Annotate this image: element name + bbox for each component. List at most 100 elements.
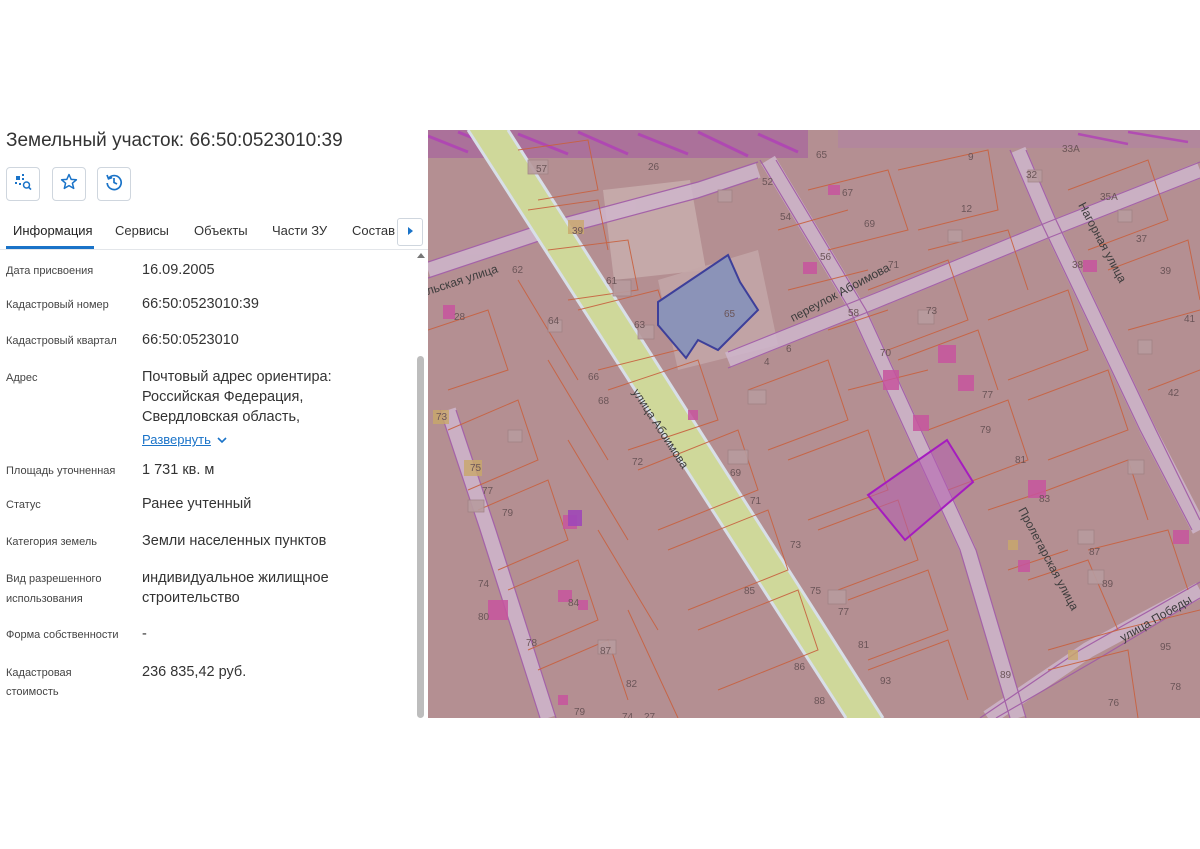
use-label-line-2: использования bbox=[6, 593, 83, 605]
house-number: 58 bbox=[848, 308, 860, 319]
history-button[interactable] bbox=[97, 167, 131, 201]
house-number: 37 bbox=[1136, 234, 1148, 245]
house-number: 76 bbox=[1108, 698, 1120, 709]
cadastral-map[interactable]: улица Абоимова переулок Абоимова Нагорна… bbox=[428, 130, 1200, 718]
house-number: 79 bbox=[574, 707, 586, 718]
house-number: 66 bbox=[588, 372, 600, 383]
expand-address-link[interactable]: Развернуть bbox=[142, 432, 211, 447]
house-number: 57 bbox=[536, 164, 548, 175]
house-number: 63 bbox=[634, 320, 646, 331]
favorite-button[interactable] bbox=[52, 167, 86, 201]
house-number: 26 bbox=[648, 162, 660, 173]
house-number: 42 bbox=[1168, 388, 1180, 399]
house-number: 81 bbox=[1015, 455, 1027, 466]
use-value-line-2: строительство bbox=[142, 590, 240, 606]
house-number: 87 bbox=[1089, 547, 1101, 558]
house-number: 68 bbox=[598, 396, 610, 407]
house-number: 56 bbox=[820, 252, 832, 263]
area-value: 1 731 кв. м bbox=[142, 462, 215, 478]
house-number: 77 bbox=[482, 486, 494, 497]
address-label: Адрес bbox=[6, 372, 38, 384]
house-number: 39 bbox=[1160, 266, 1172, 277]
house-number: 4 bbox=[764, 357, 770, 368]
house-number: 74 bbox=[622, 712, 634, 718]
address-line-1: Почтовый адрес ориентира: bbox=[142, 369, 332, 385]
house-number: 86 bbox=[794, 662, 806, 673]
house-number: 72 bbox=[632, 457, 644, 468]
house-number: 62 bbox=[512, 265, 524, 276]
area-label: Площадь уточненная bbox=[6, 465, 116, 477]
parcel-search-icon bbox=[13, 172, 33, 197]
house-number: 75 bbox=[470, 463, 482, 474]
house-number: 69 bbox=[864, 219, 876, 230]
tab-objects[interactable]: Объекты bbox=[194, 223, 248, 238]
cost-label-line-1: Кадастровая bbox=[6, 667, 72, 679]
house-number: 39 bbox=[572, 226, 584, 237]
house-number: 69 bbox=[730, 468, 742, 479]
house-number: 61 bbox=[606, 276, 618, 287]
house-number: 73 bbox=[790, 540, 802, 551]
category-value: Земли населенных пунктов bbox=[142, 533, 327, 549]
star-icon bbox=[59, 172, 79, 197]
tab-information[interactable]: Информация bbox=[13, 223, 93, 238]
house-number: 12 bbox=[961, 204, 973, 215]
category-label: Категория земель bbox=[6, 536, 97, 548]
tabs-scroll-right-button[interactable] bbox=[397, 218, 423, 246]
tab-composition[interactable]: Состав bbox=[352, 223, 395, 238]
quarter-value: 66:50:0523010 bbox=[142, 332, 239, 348]
parcel-search-button[interactable] bbox=[6, 167, 40, 201]
house-number: 6 bbox=[786, 344, 792, 355]
quarter-label: Кадастровый квартал bbox=[6, 335, 117, 347]
use-value-line-1: индивидуальное жилищное bbox=[142, 570, 329, 586]
use-label-line-1: Вид разрешенного bbox=[6, 573, 102, 585]
cost-value: 236 835,42 руб. bbox=[142, 664, 247, 680]
date-value: 16.09.2005 bbox=[142, 262, 215, 278]
house-number: 95 bbox=[1160, 642, 1172, 653]
house-number: 84 bbox=[568, 598, 580, 609]
house-number: 73 bbox=[926, 306, 938, 317]
house-number: 78 bbox=[526, 638, 538, 649]
house-number: 64 bbox=[548, 316, 560, 327]
house-number: 89 bbox=[1102, 579, 1114, 590]
info-panel: Земельный участок: 66:50:0523010:39 Инфо… bbox=[0, 130, 428, 718]
house-number: 77 bbox=[838, 607, 850, 618]
caret-right-icon bbox=[406, 223, 414, 241]
house-number: 67 bbox=[842, 188, 854, 199]
cadnum-label: Кадастровый номер bbox=[6, 299, 109, 311]
house-number: 65 bbox=[724, 309, 736, 320]
map-canvas[interactable]: улица Абоимова переулок Абоимова Нагорна… bbox=[428, 130, 1200, 718]
ownership-value: - bbox=[142, 626, 147, 642]
house-number: 77 bbox=[982, 390, 994, 401]
house-number: 85 bbox=[744, 586, 756, 597]
house-number: 87 bbox=[600, 646, 612, 657]
date-label: Дата присвоения bbox=[6, 265, 94, 277]
chevron-down-icon[interactable] bbox=[216, 433, 228, 451]
house-number: 88 bbox=[814, 696, 826, 707]
house-number: 27 bbox=[644, 712, 656, 718]
house-number: 75 bbox=[810, 586, 822, 597]
house-number: 79 bbox=[502, 508, 514, 519]
house-number: 81 bbox=[858, 640, 870, 651]
cost-label-line-2: стоимость bbox=[6, 686, 59, 698]
expand-link-label: Развернуть bbox=[142, 432, 211, 447]
house-number: 54 bbox=[780, 212, 792, 223]
house-number: 82 bbox=[626, 679, 638, 690]
page-title: Земельный участок: 66:50:0523010:39 bbox=[6, 130, 343, 151]
house-number: 73 bbox=[436, 412, 448, 423]
house-number: 71 bbox=[888, 260, 900, 271]
scroll-up-arrow-icon[interactable] bbox=[417, 253, 425, 258]
house-number: 52 bbox=[762, 177, 774, 188]
cadnum-value: 66:50:0523010:39 bbox=[142, 296, 259, 312]
active-tab-indicator bbox=[6, 246, 94, 249]
house-number: 71 bbox=[750, 496, 762, 507]
tab-parts[interactable]: Части ЗУ bbox=[272, 223, 327, 238]
scrollbar-thumb[interactable] bbox=[417, 356, 424, 718]
tab-services[interactable]: Сервисы bbox=[115, 223, 169, 238]
house-number: 89 bbox=[1000, 670, 1012, 681]
house-number: 83 bbox=[1039, 494, 1051, 505]
house-number: 79 bbox=[980, 425, 992, 436]
house-number: 65 bbox=[816, 150, 828, 161]
house-number: 74 bbox=[478, 579, 490, 590]
house-number: 9 bbox=[968, 152, 974, 163]
address-line-3: Свердловская область, bbox=[142, 409, 301, 425]
